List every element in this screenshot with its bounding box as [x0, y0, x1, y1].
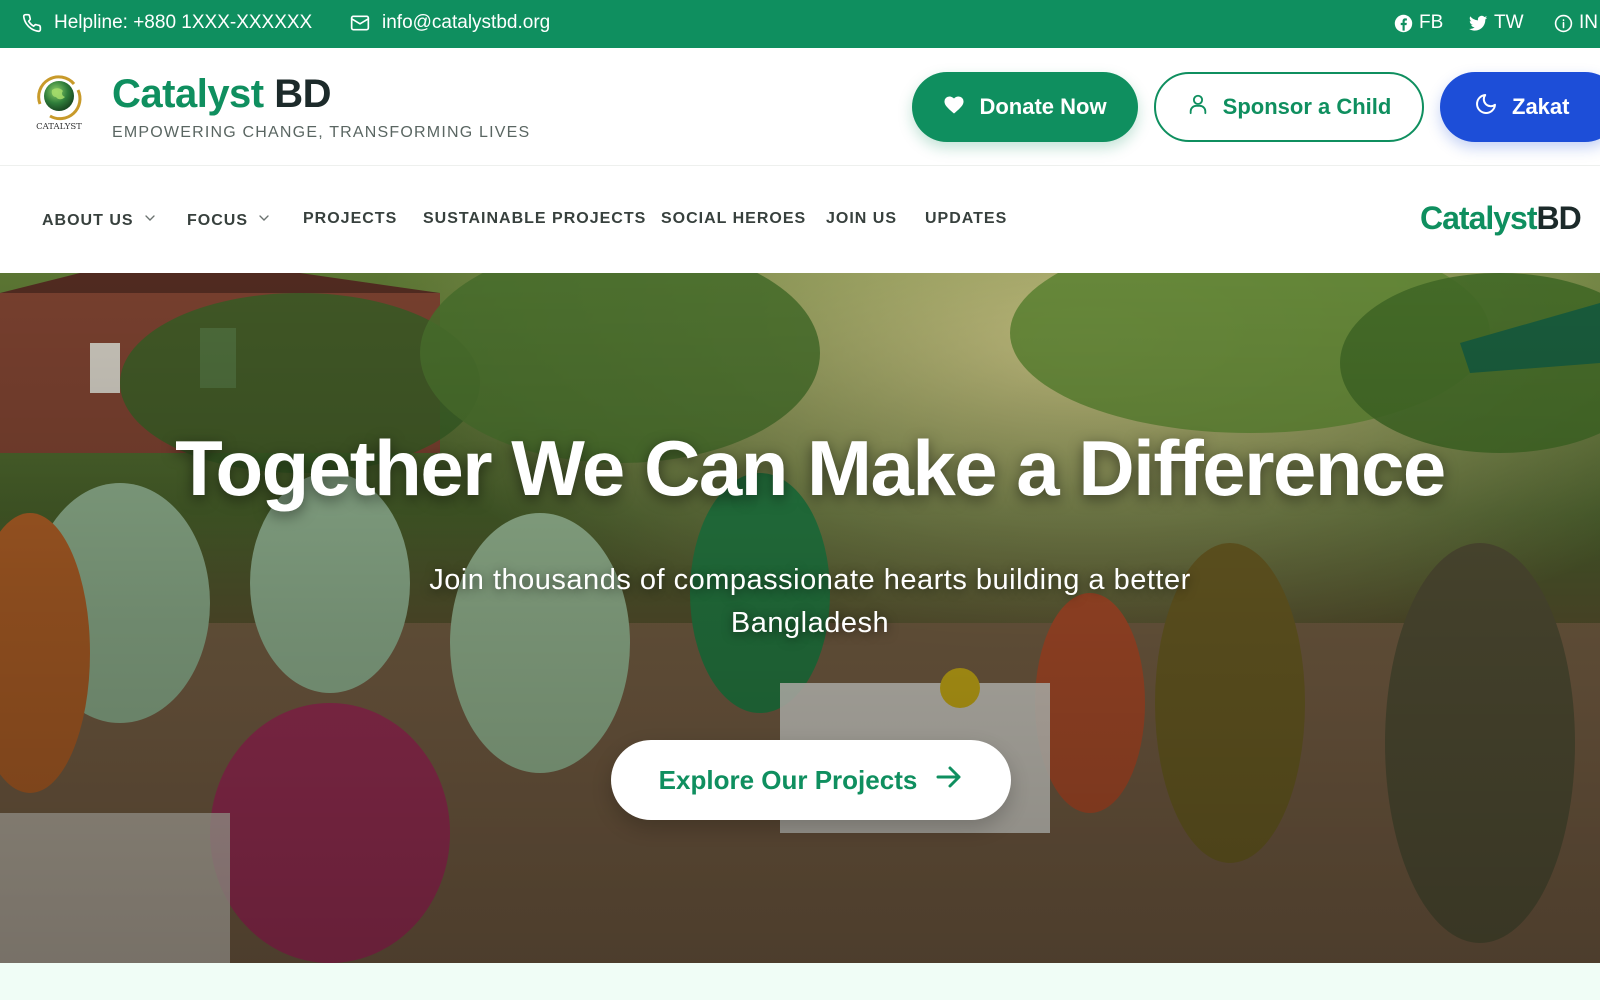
brand-name-green: Catalyst [112, 72, 264, 116]
chevron-down-icon [142, 210, 158, 231]
explore-projects-label: Explore Our Projects [658, 764, 918, 795]
donate-now-label: Donate Now [979, 94, 1107, 119]
nav-item-label: SUSTAINABLE PROJECTS [423, 210, 647, 227]
arrow-right-icon [935, 765, 963, 796]
info-label: IN [1579, 12, 1598, 33]
nav-item-projects[interactable]: PROJECTS [303, 210, 397, 228]
brand-name-dark: BD [263, 72, 332, 116]
donate-now-button[interactable]: Donate Now [912, 72, 1138, 142]
nav-item-label: SOCIAL HEROES [661, 210, 807, 227]
site-header: CATALYST Catalyst BD EMPOWERING CHANGE, … [0, 48, 1600, 166]
facebook-label: FB [1419, 12, 1444, 33]
logo-caption: CATALYST [36, 122, 82, 132]
facebook-icon [1394, 14, 1413, 33]
phone-icon [22, 13, 42, 33]
catalyst-logo[interactable]: CATALYST [30, 70, 88, 134]
nav-brand-logo[interactable]: CatalystBD [1420, 200, 1582, 237]
nav-item-focus[interactable]: FOCUS [187, 210, 272, 231]
twitter-link[interactable]: TW [1469, 12, 1524, 34]
zakat-button[interactable]: Zakat [1440, 72, 1600, 142]
chevron-down-icon [256, 210, 272, 231]
nav-item-updates[interactable]: UPDATES [925, 210, 1007, 228]
nav-item-label: UPDATES [925, 210, 1008, 227]
heart-icon [943, 94, 965, 120]
twitter-icon [1469, 15, 1488, 32]
zakat-label: Zakat [1512, 94, 1570, 119]
hero-banner: Together We Can Make a Difference Join t… [0, 273, 1600, 963]
top-bar: Helpline: +880 1XXX-XXXXXX info@catalyst… [0, 0, 1600, 48]
nav-item-join-us[interactable]: JOIN US [826, 210, 897, 228]
twitter-label: TW [1494, 12, 1524, 33]
nav-item-about-us[interactable]: ABOUT US [42, 210, 158, 231]
explore-projects-button[interactable]: Explore Our Projects [611, 740, 1011, 820]
hero-title: Together We Can Make a Difference [175, 424, 1446, 512]
nav-logo-dark: BD [1536, 200, 1582, 236]
site-tagline: EMPOWERING CHANGE, TRANSFORMING LIVES [112, 124, 531, 141]
user-icon [1187, 92, 1209, 122]
sponsor-a-child-label: Sponsor a Child [1222, 94, 1392, 119]
sponsor-a-child-button[interactable]: Sponsor a Child [1154, 72, 1424, 142]
nav-item-label: JOIN US [826, 210, 898, 227]
mail-icon [350, 13, 370, 33]
nav-logo-green: Catalyst [1420, 200, 1537, 236]
nav-item-sustainable-projects[interactable]: SUSTAINABLE PROJECTS [423, 210, 646, 228]
facebook-link[interactable]: FB [1394, 12, 1443, 34]
nav-item-label: ABOUT US [42, 211, 134, 229]
nav-item-social-heroes[interactable]: SOCIAL HEROES [661, 210, 806, 228]
helpline-text: Helpline: +880 1XXX-XXXXXX [54, 12, 313, 33]
moon-icon [1474, 92, 1498, 122]
next-section [0, 963, 1600, 1000]
email-text: info@catalystbd.org [382, 12, 551, 33]
email-link[interactable]: info@catalystbd.org [350, 12, 550, 34]
info-icon [1554, 14, 1573, 33]
info-link[interactable]: IN [1554, 12, 1598, 34]
nav-item-label: PROJECTS [303, 210, 398, 227]
nav-item-label: FOCUS [187, 211, 248, 229]
helpline[interactable]: Helpline: +880 1XXX-XXXXXX [22, 12, 312, 34]
main-nav: ABOUT US FOCUS PROJECTS SUSTAINABLE PROJ… [0, 166, 1600, 273]
hero-subtitle: Join thousands of compassionate hearts b… [429, 564, 1191, 639]
site-brand[interactable]: Catalyst BD [112, 72, 332, 117]
